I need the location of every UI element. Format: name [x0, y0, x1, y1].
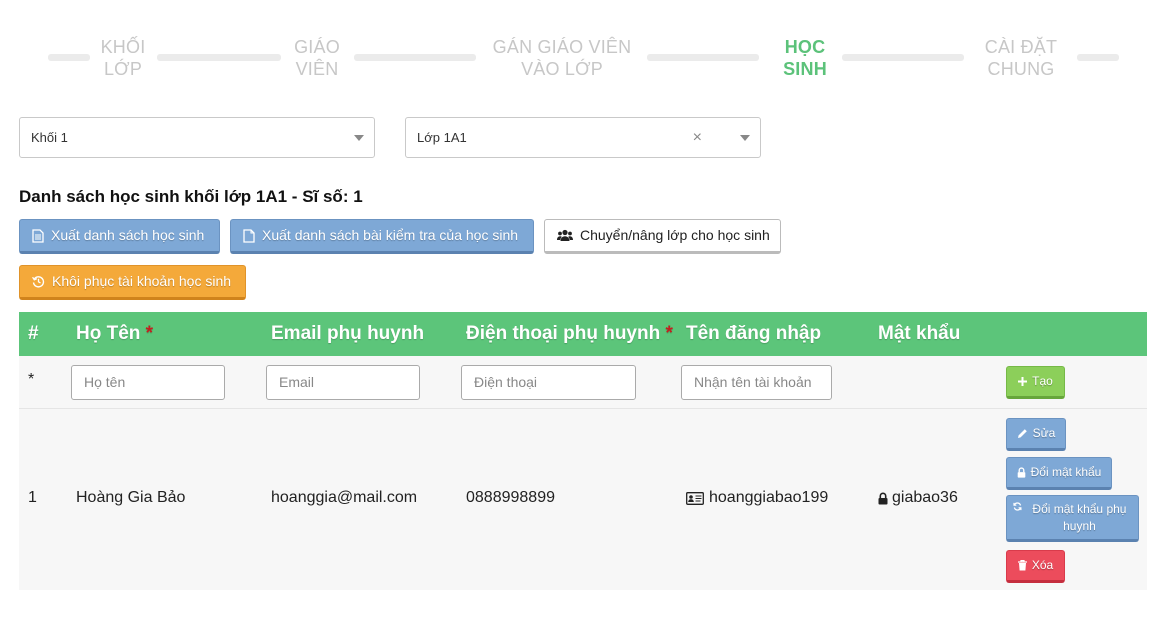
stepper-line: [647, 54, 759, 61]
header-phone: Điện thoại phụ huynh *: [466, 312, 673, 356]
create-label: Tạo: [1032, 374, 1053, 388]
username-input[interactable]: Nhận tên tài khoản: [681, 365, 832, 400]
export-tests-label: Xuất danh sách bài kiểm tra của học sinh: [262, 227, 519, 243]
stepper-line: [1077, 54, 1119, 61]
row-index: 1: [28, 489, 37, 506]
move-class-label: Chuyển/nâng lớp cho học sinh: [580, 227, 770, 243]
clear-icon[interactable]: ×: [693, 118, 702, 157]
email-input[interactable]: Email: [266, 365, 420, 400]
change-parent-password-label: Đổi mật khẩu phụ huynh: [1032, 501, 1127, 533]
document-icon: [32, 228, 44, 243]
change-password-button[interactable]: Đổi mật khẩu: [1006, 457, 1112, 490]
delete-label: Xóa: [1031, 558, 1054, 572]
restore-accounts-button[interactable]: Khôi phục tài khoản học sinh: [19, 265, 246, 300]
step-assign-teachers[interactable]: GÁN GIÁO VIÊN VÀO LỚP: [478, 36, 646, 80]
table-header: # Họ Tên * Email phụ huynh Điện thoại ph…: [19, 312, 1147, 356]
class-select-value: Lớp 1A1: [417, 130, 467, 145]
row-name: Hoàng Gia Bảo: [76, 489, 186, 506]
step-label-line2: VÀO LỚP: [521, 59, 603, 79]
step-general-settings[interactable]: CÀI ĐẶT CHUNG: [966, 36, 1076, 80]
stepper-line: [354, 54, 476, 61]
trash-icon: [1017, 560, 1027, 571]
lock-icon: [878, 492, 888, 504]
step-label-line2: SINH: [783, 59, 827, 79]
edit-button[interactable]: Sửa: [1006, 418, 1066, 451]
grade-select-value: Khối 1: [31, 130, 68, 145]
export-tests-button[interactable]: Xuất danh sách bài kiểm tra của học sinh: [230, 219, 534, 254]
header-index: #: [28, 323, 39, 344]
restore-accounts-label: Khôi phục tài khoản học sinh: [52, 273, 232, 289]
step-label-line1: KHỐI: [100, 37, 146, 57]
student-list-title: Danh sách học sinh khối lớp 1A1 - Sĩ số:…: [19, 187, 363, 206]
step-teachers[interactable]: GIÁO VIÊN: [284, 36, 350, 80]
move-class-button[interactable]: Chuyển/nâng lớp cho học sinh: [544, 219, 781, 254]
export-students-button[interactable]: Xuất danh sách học sinh: [19, 219, 220, 254]
students-table: # Họ Tên * Email phụ huynh Điện thoại ph…: [19, 312, 1147, 590]
stepper-line: [48, 54, 90, 61]
new-student-row: * Họ tên Email Điện thoại Nhận tên tài k…: [19, 356, 1147, 409]
step-label-line1: GIÁO: [294, 37, 340, 57]
id-card-icon: [686, 491, 704, 505]
step-grade-class[interactable]: KHỐI LỚP: [92, 36, 154, 80]
step-label-line2: VIÊN: [295, 59, 339, 79]
stepper-line: [842, 54, 964, 61]
history-icon: [32, 276, 45, 288]
new-row-marker: *: [28, 371, 35, 388]
refresh-icon: [1013, 502, 1022, 511]
row-password-text: giabao36: [892, 489, 958, 506]
step-label-line1: HỌC: [784, 37, 826, 57]
required-mark: *: [665, 323, 673, 344]
change-parent-password-button[interactable]: Đổi mật khẩu phụ huynh: [1006, 495, 1139, 542]
chevron-down-icon[interactable]: [354, 135, 364, 141]
step-students[interactable]: HỌC SINH: [762, 36, 848, 80]
row-username-text: hoanggiabao199: [709, 489, 829, 506]
class-select[interactable]: Lớp 1A1 ×: [405, 117, 761, 158]
header-name: Họ Tên *: [76, 312, 153, 356]
phone-input[interactable]: Điện thoại: [461, 365, 636, 400]
delete-button[interactable]: Xóa: [1006, 550, 1065, 583]
step-label-line2: LỚP: [103, 59, 143, 79]
file-icon: [243, 228, 255, 243]
edit-label: Sửa: [1032, 426, 1056, 440]
chevron-down-icon[interactable]: [740, 135, 750, 141]
header-name-label: Họ Tên: [76, 323, 141, 344]
create-button[interactable]: Tạo: [1006, 366, 1065, 399]
header-email: Email phụ huynh: [271, 323, 425, 344]
header-username: Tên đăng nhập: [686, 323, 822, 344]
step-label-line1: CÀI ĐẶT: [984, 37, 1058, 57]
users-icon: [557, 229, 573, 241]
header-phone-label: Điện thoại phụ huynh: [466, 323, 661, 344]
table-row: 1 Hoàng Gia Bảo hoanggia@mail.com 088899…: [19, 409, 1147, 590]
grade-select[interactable]: Khối 1: [19, 117, 375, 158]
stepper-line: [157, 54, 281, 61]
export-students-label: Xuất danh sách học sinh: [51, 227, 205, 243]
row-password: giabao36: [878, 489, 958, 507]
change-password-label: Đổi mật khẩu: [1030, 465, 1102, 479]
row-phone: 0888998899: [466, 489, 555, 506]
header-password: Mật khẩu: [878, 323, 961, 344]
wizard-stepper: KHỐI LỚP GIÁO VIÊN GÁN GIÁO VIÊN VÀO LỚP…: [0, 0, 1166, 100]
pencil-icon: [1017, 429, 1027, 438]
name-input[interactable]: Họ tên: [71, 365, 225, 400]
required-mark: *: [145, 323, 154, 344]
plus-icon: [1018, 377, 1028, 386]
row-email: hoanggia@mail.com: [271, 489, 418, 506]
lock-icon: [1017, 467, 1025, 478]
step-label-line2: CHUNG: [987, 59, 1055, 79]
row-username: hoanggiabao199: [686, 489, 828, 507]
step-label-line1: GÁN GIÁO VIÊN: [492, 37, 632, 57]
